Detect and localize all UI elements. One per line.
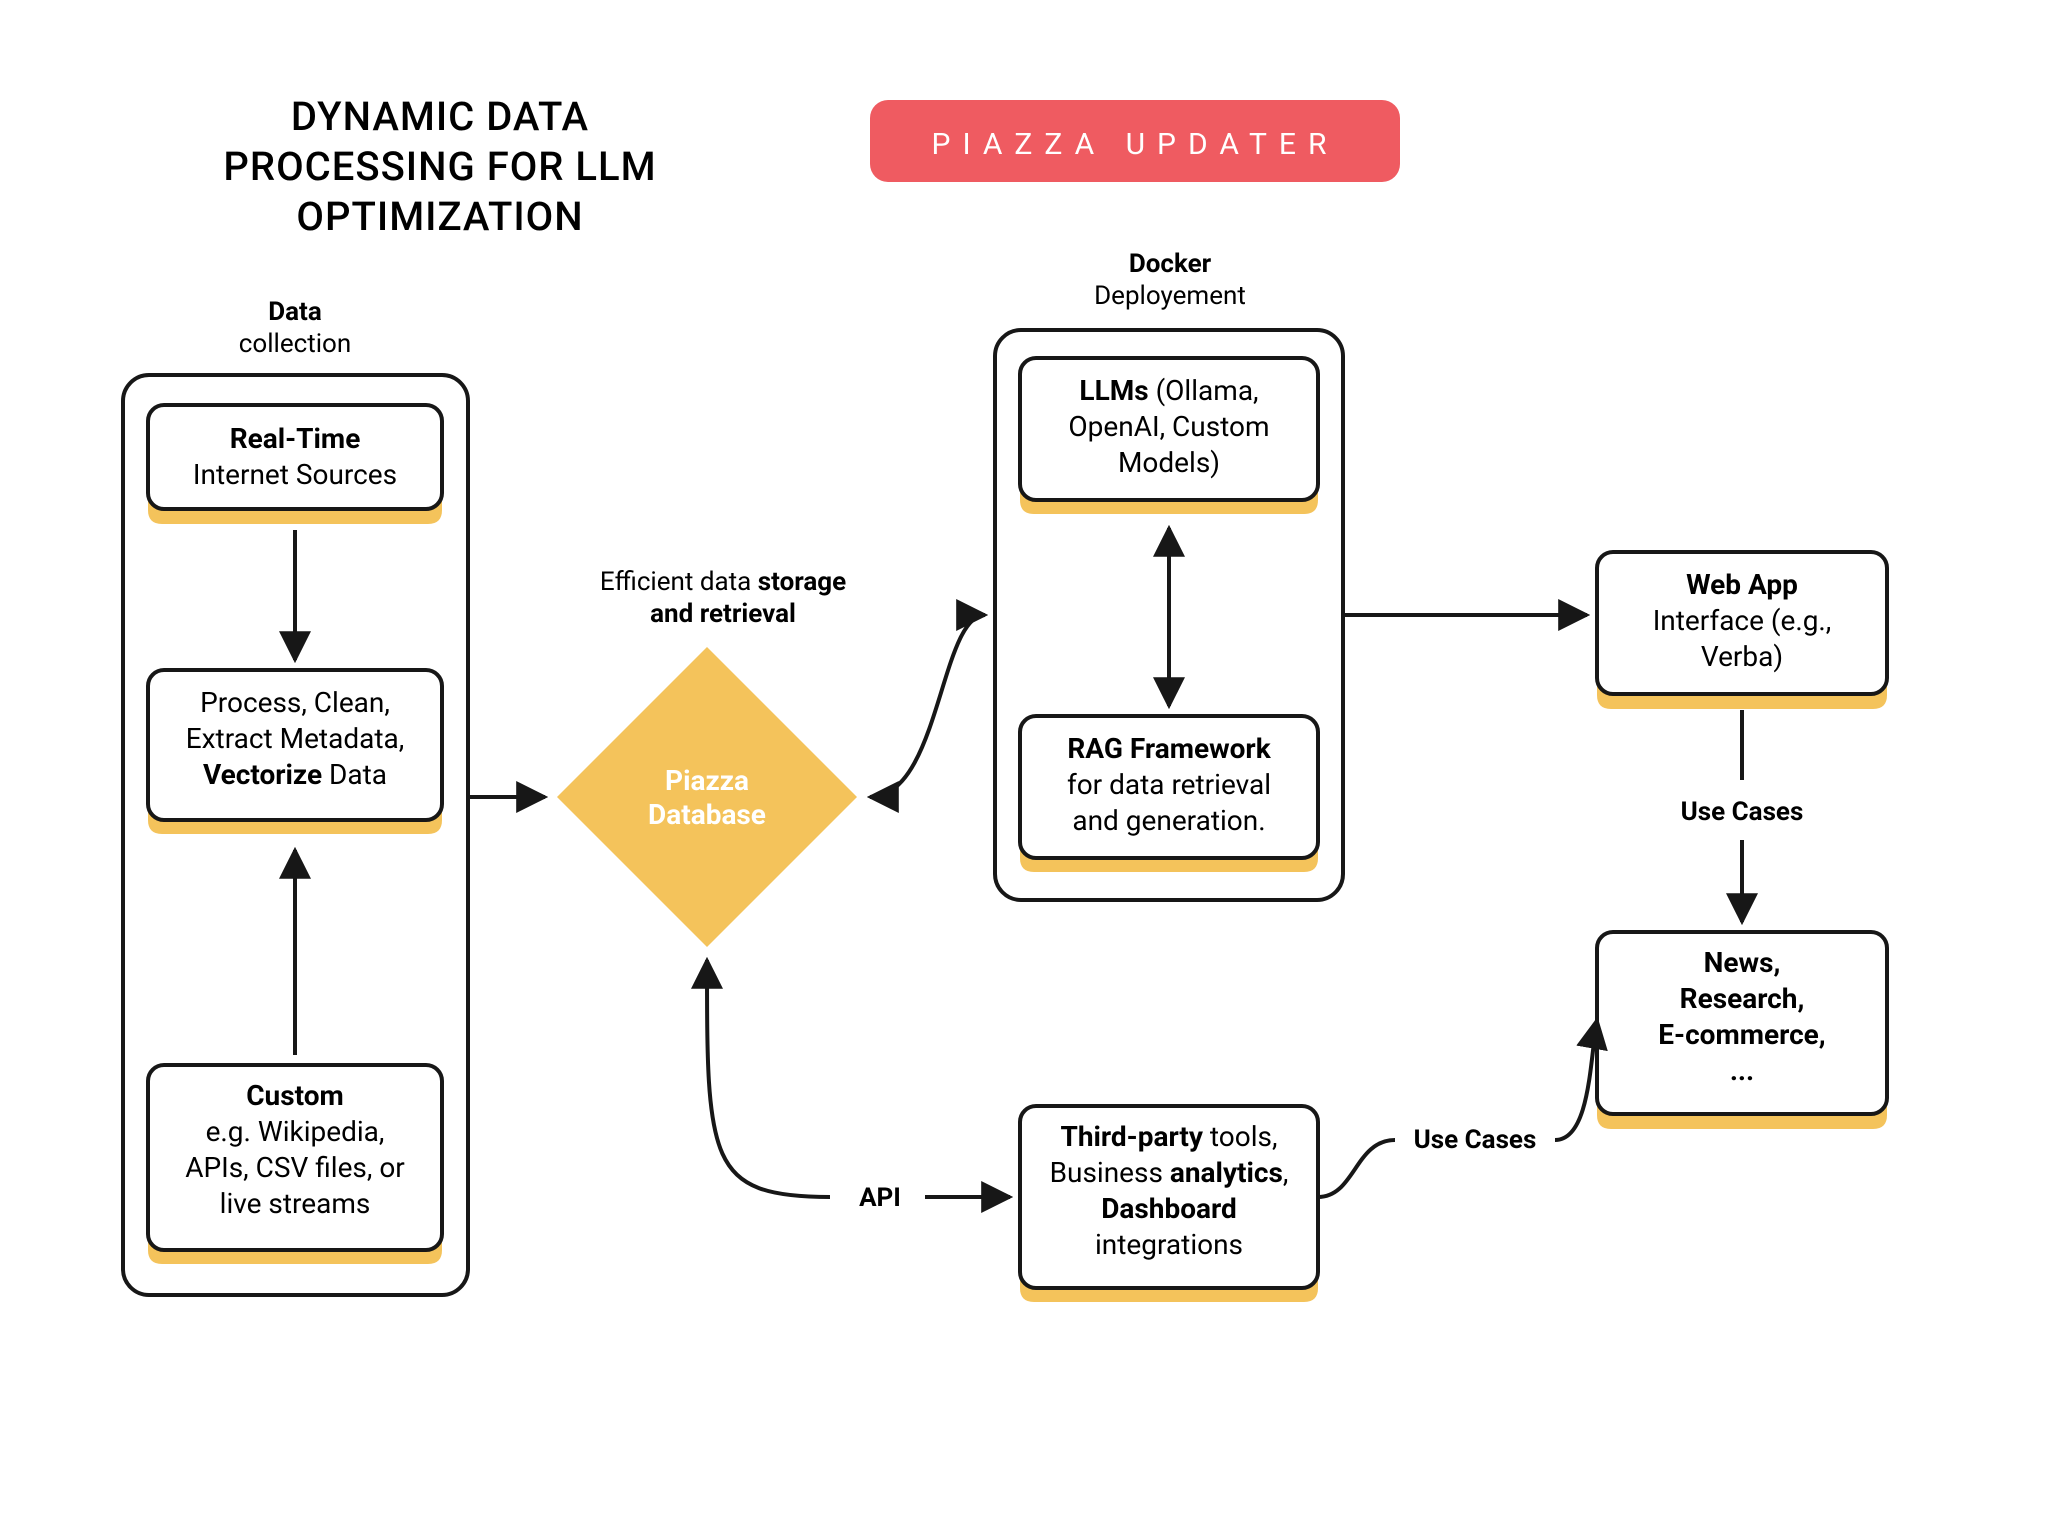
svg-text:Interface (e.g.,: Interface (e.g., <box>1653 604 1832 637</box>
node-usecases: News, Research, E-commerce, ... <box>1597 932 1887 1129</box>
label-storage-line1: Efficient data storage <box>600 567 846 597</box>
badge-text: PIAZZA UPDATER <box>932 127 1339 162</box>
svg-text:RAG Framework: RAG Framework <box>1067 732 1271 765</box>
diagram-canvas: DYNAMIC DATA PROCESSING FOR LLM OPTIMIZA… <box>0 0 2048 1536</box>
arrow-tp-uc-seg2 <box>1555 1020 1597 1140</box>
label-api: API <box>859 1183 901 1213</box>
arrow-db-docker <box>870 615 985 797</box>
svg-text:...: ... <box>1730 1054 1754 1087</box>
page-title-line2: PROCESSING FOR LLM <box>223 143 656 190</box>
svg-text:Research,: Research, <box>1680 982 1805 1015</box>
label-usecases-2: Use Cases <box>1414 1125 1537 1155</box>
svg-text:integrations: integrations <box>1095 1228 1243 1261</box>
svg-text:Process, Clean,: Process, Clean, <box>200 686 390 719</box>
label-storage-line2: and retrieval <box>650 599 796 629</box>
svg-text:Vectorize Data: Vectorize Data <box>203 758 387 791</box>
svg-text:live streams: live streams <box>220 1187 371 1220</box>
svg-text:APIs, CSV files, or: APIs, CSV files, or <box>185 1151 405 1184</box>
node-realtime: Real-Time Internet Sources <box>148 405 442 524</box>
page-title-line3: OPTIMIZATION <box>296 193 583 240</box>
page-title-line1: DYNAMIC DATA <box>291 93 589 140</box>
svg-text:Extract Metadata,: Extract Metadata, <box>186 722 405 755</box>
svg-text:Internet Sources: Internet Sources <box>193 458 397 491</box>
arrow-tp-uc-seg1 <box>1318 1140 1395 1197</box>
svg-text:Real-Time: Real-Time <box>230 422 361 455</box>
svg-text:Verba): Verba) <box>1701 640 1783 673</box>
svg-text:Database: Database <box>648 798 766 831</box>
svg-text:E-commerce,: E-commerce, <box>1658 1018 1825 1051</box>
group-data-regular: collection <box>239 329 352 359</box>
svg-text:Web App: Web App <box>1686 568 1798 601</box>
svg-text:and generation.: and generation. <box>1072 804 1265 837</box>
svg-text:News,: News, <box>1704 946 1781 979</box>
svg-text:e.g. Wikipedia,: e.g. Wikipedia, <box>206 1115 385 1148</box>
label-usecases-1: Use Cases <box>1681 797 1804 827</box>
group-docker-bold: Docker <box>1129 249 1212 279</box>
group-docker-reg: Deployement <box>1094 281 1246 311</box>
node-thirdparty: Third-party tools, Business analytics, D… <box>1020 1106 1318 1302</box>
svg-text:OpenAI, Custom: OpenAI, Custom <box>1068 410 1269 443</box>
node-webapp: Web App Interface (e.g., Verba) <box>1597 552 1887 709</box>
svg-text:Third-party tools,: Third-party tools, <box>1060 1120 1277 1153</box>
node-rag: RAG Framework for data retrieval and gen… <box>1020 716 1318 872</box>
node-piazza-db: Piazza Database <box>557 647 857 947</box>
node-custom: Custom e.g. Wikipedia, APIs, CSV files, … <box>148 1065 442 1264</box>
group-data-bold: Data <box>268 297 322 327</box>
svg-text:Business analytics,: Business analytics, <box>1050 1156 1289 1189</box>
svg-text:Custom: Custom <box>246 1079 344 1112</box>
arrow-db-api <box>707 960 830 1197</box>
svg-text:Models): Models) <box>1118 446 1220 479</box>
node-llms: LLMs (Ollama, OpenAI, Custom Models) <box>1020 358 1318 514</box>
node-process: Process, Clean, Extract Metadata, Vector… <box>148 670 442 834</box>
svg-text:LLMs (Ollama,: LLMs (Ollama, <box>1079 374 1258 407</box>
svg-text:Dashboard: Dashboard <box>1101 1192 1237 1225</box>
svg-text:for data retrieval: for data retrieval <box>1067 768 1271 801</box>
svg-text:Piazza: Piazza <box>665 764 749 797</box>
